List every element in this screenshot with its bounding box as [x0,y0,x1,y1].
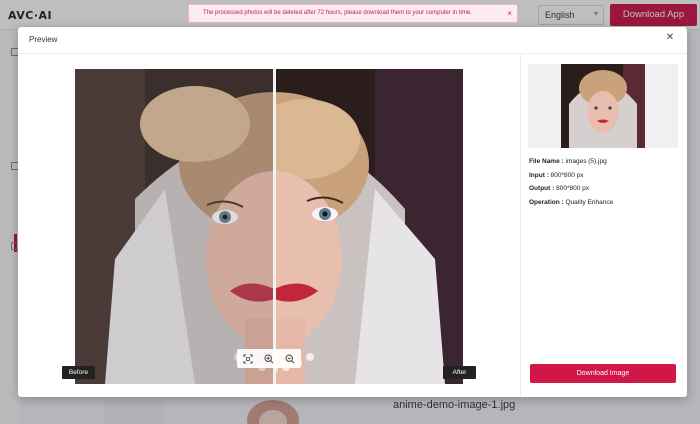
toast-message: The processed photos will be deleted aft… [203,10,472,16]
preview-modal: Preview ✕ Before After File Name: image… [18,27,687,397]
before-after-comparison[interactable] [75,69,463,384]
info-key: Output : [529,185,555,192]
zoom-in-icon[interactable] [258,349,279,368]
fit-screen-icon[interactable] [237,349,258,368]
info-value: 800*800 px [556,185,589,192]
close-icon[interactable]: ✕ [664,32,676,44]
divider [520,54,521,397]
info-key: Input : [529,172,549,179]
download-image-button[interactable]: Download Image [530,364,676,383]
result-thumbnail [561,64,645,148]
info-value: 800*800 px [550,172,584,179]
info-file-name: File Name : images (5).jpg [529,158,607,165]
modal-title: Preview [29,35,58,44]
comparison-slider-handle[interactable] [273,69,276,384]
close-icon[interactable]: × [507,5,512,22]
info-key: Operation : [529,199,564,206]
zoom-out-icon[interactable] [279,349,300,368]
info-operation: Operation : Quality Enhance [529,199,613,206]
portrait-image [75,69,463,384]
info-input: Input : 800*800 px [529,172,584,179]
before-label: Before [62,366,95,379]
result-thumbnail-frame [528,64,678,148]
info-value: Quality Enhance [565,199,614,206]
deletion-notice-toast: The processed photos will be deleted aft… [188,4,518,23]
info-key: File Name : [529,158,564,165]
after-label: After [443,366,476,379]
divider [18,53,687,54]
info-output: Output : 800*800 px [529,185,589,192]
zoom-controls [237,349,301,368]
info-value: images (5).jpg [565,158,607,165]
